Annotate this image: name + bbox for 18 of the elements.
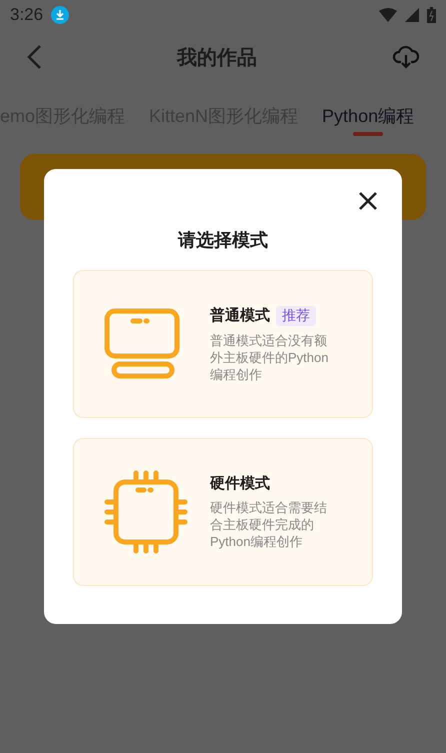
battery-icon	[427, 7, 436, 23]
cloud-download-icon[interactable]	[392, 44, 420, 70]
mode-name: 普通模式	[210, 306, 270, 325]
mode-description: 硬件模式适合需要结合主板硬件完成的Python编程创作	[210, 499, 328, 550]
signal-icon	[405, 8, 419, 22]
download-icon	[51, 6, 70, 24]
chip-icon	[104, 470, 188, 554]
mode-card[interactable]: 硬件模式 硬件模式适合需要结合主板硬件完成的Python编程创作	[73, 438, 373, 586]
mode-name: 硬件模式	[210, 474, 270, 493]
mode-description: 普通模式适合没有额外主板硬件的Python编程创作	[210, 332, 330, 382]
wifi-icon	[379, 8, 397, 22]
status-time: 3:26	[10, 5, 44, 25]
mode-card[interactable]: 普通模式 推荐 普通模式适合没有额外主板硬件的Python编程创作	[73, 270, 373, 418]
dialog-title: 请选择模式	[178, 229, 268, 252]
back-icon[interactable]	[26, 44, 42, 70]
tab[interactable]: Python编程	[322, 96, 414, 136]
recommended-tag: 推荐	[276, 306, 316, 326]
page-title: 我的作品	[177, 46, 257, 70]
